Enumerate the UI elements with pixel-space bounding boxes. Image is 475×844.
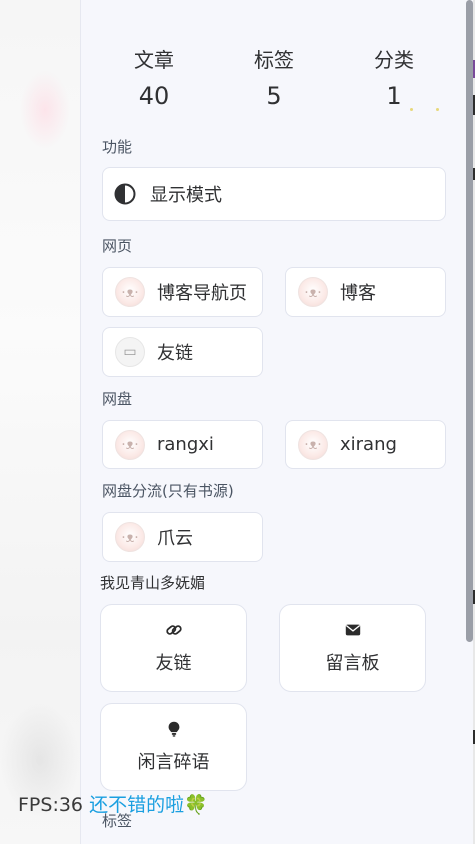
xirang-link[interactable]: ·ᴥ· xirang [285,420,446,469]
stat-tags-label: 标签 [254,48,294,72]
stat-articles-value: 40 [138,82,170,110]
stat-categories-label: 分类 [374,48,414,72]
zhuayun-link[interactable]: ·ᴥ· 爪云 [102,512,263,562]
blog-nav-link[interactable]: ·ᴥ· 博客导航页 [102,267,263,317]
section-title-function: 功能 [102,138,133,156]
rangxi-link[interactable]: ·ᴥ· rangxi [102,420,263,469]
blog-link[interactable]: ·ᴥ· 博客 [285,267,446,317]
sidebar-scrollbar[interactable] [466,0,473,642]
message-board-button[interactable]: 留言板 [279,604,426,692]
display-mode-label: 显示模式 [150,185,222,206]
cat-avatar-icon: ·ᴥ· [298,429,328,460]
cat-avatar-icon: ·ᴥ· [115,429,145,460]
section-title-mountain: 我见青山多妩媚 [100,574,206,592]
sparkle-dot [410,108,413,111]
contrast-icon [114,183,136,205]
idle-talk-button[interactable]: 闲言碎语 [100,703,247,791]
cat-avatar-icon: ·ᴥ· [298,277,328,307]
stat-categories-value: 1 [386,82,402,110]
fps-overlay: FPS:36 还不错的啦🍀 [18,792,208,818]
xirang-label: xirang [340,434,397,455]
cat-avatar-icon: ·ᴥ· [115,277,145,307]
stat-tags[interactable]: 标签 5 [214,47,334,111]
stat-tags-value: 5 [266,82,282,110]
page-backdrop [0,0,80,844]
friends-avatar-icon: ▭ [115,337,145,367]
display-mode-button[interactable]: 显示模式 [102,167,446,221]
stat-categories[interactable]: 分类 1 [334,47,454,111]
zhuayun-label: 爪云 [157,528,193,549]
fps-counter: FPS:36 [18,794,84,816]
stat-articles[interactable]: 文章 40 [94,47,214,111]
fps-message: 还不错的啦🍀 [89,794,208,816]
friends-link[interactable]: ▭ 友链 [102,327,263,377]
lightbulb-icon [168,721,179,737]
sparkle-dot [436,108,439,111]
friend-links-label: 友链 [155,653,192,674]
rangxi-label: rangxi [157,434,214,455]
friend-links-button[interactable]: 友链 [100,604,247,692]
idle-talk-label: 闲言碎语 [137,752,210,773]
section-title-netdisk: 网盘 [102,390,133,408]
cat-avatar-icon: ·ᴥ· [115,522,145,552]
link-icon [165,625,182,635]
stat-articles-label: 文章 [134,48,174,72]
envelope-icon [345,624,360,636]
section-title-web: 网页 [102,237,133,255]
blog-nav-label: 博客导航页 [157,283,247,304]
message-board-label: 留言板 [325,653,380,674]
blog-label: 博客 [340,283,376,304]
section-title-netdisk-split: 网盘分流(只有书源) [102,482,234,500]
friends-label: 友链 [157,343,193,364]
